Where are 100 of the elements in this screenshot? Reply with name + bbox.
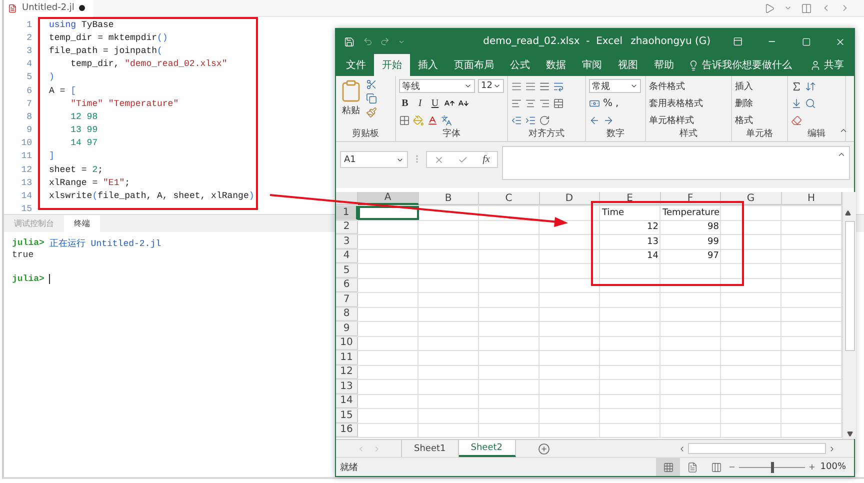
column-header[interactable]: B bbox=[418, 192, 479, 205]
shrink-font-icon[interactable] bbox=[458, 98, 469, 108]
grow-font-icon[interactable] bbox=[444, 98, 455, 108]
table-cell[interactable]: 98 bbox=[660, 220, 721, 234]
font-name-field[interactable]: 等线 bbox=[399, 79, 475, 93]
sort-icon[interactable] bbox=[805, 80, 816, 92]
ribbon-tab[interactable]: 开始 bbox=[374, 54, 410, 76]
ribbon-tab[interactable]: 视图 bbox=[610, 54, 646, 76]
phonetic-icon[interactable] bbox=[441, 114, 452, 126]
font-style-button[interactable]: B bbox=[399, 98, 411, 108]
row-header[interactable]: 6 bbox=[336, 278, 358, 292]
save-icon[interactable] bbox=[344, 36, 355, 48]
increase-decimal-icon[interactable] bbox=[589, 114, 600, 126]
ribbon-tab[interactable]: 审阅 bbox=[574, 54, 610, 76]
borders-icon[interactable] bbox=[399, 114, 410, 126]
row-header[interactable]: 8 bbox=[336, 308, 358, 321]
dropdown-caret-icon[interactable] bbox=[630, 82, 638, 90]
font-style-button[interactable]: U bbox=[429, 98, 441, 108]
table-cell[interactable]: Time bbox=[600, 206, 660, 220]
cells-command[interactable]: 格式 bbox=[735, 113, 784, 127]
formula-input[interactable] bbox=[502, 146, 850, 180]
table-cell[interactable]: 13 bbox=[600, 235, 660, 248]
cells-command[interactable]: 删除 bbox=[735, 96, 784, 110]
fill-color-icon[interactable] bbox=[413, 114, 424, 126]
scroll-down-icon[interactable] bbox=[846, 431, 852, 437]
number-format-button[interactable]: % bbox=[603, 98, 613, 108]
merge-icon[interactable] bbox=[553, 98, 564, 108]
ribbon-tab[interactable]: 数据 bbox=[538, 54, 574, 76]
row-header[interactable]: 12 bbox=[336, 366, 358, 379]
row-header[interactable]: 2 bbox=[336, 220, 358, 234]
row-header[interactable]: 9 bbox=[336, 322, 358, 336]
zoom-level[interactable]: 100% bbox=[820, 462, 846, 472]
fill-icon[interactable] bbox=[791, 98, 802, 108]
panel-tab[interactable]: 终端 bbox=[64, 215, 100, 232]
ribbon-tab[interactable]: 插入 bbox=[410, 54, 446, 76]
row-header[interactable]: 4 bbox=[336, 250, 358, 263]
cells-command[interactable]: 插入 bbox=[735, 79, 784, 93]
row-header[interactable]: 5 bbox=[336, 264, 358, 278]
table-cell[interactable]: 14 bbox=[600, 250, 660, 263]
add-sheet-icon[interactable] bbox=[538, 442, 550, 454]
font-size-field[interactable]: 12 bbox=[478, 79, 504, 93]
lightbulb-icon[interactable] bbox=[688, 60, 699, 70]
table-cell[interactable]: Temperature bbox=[660, 206, 721, 220]
align-center-icon[interactable] bbox=[525, 98, 536, 108]
scissors-icon[interactable] bbox=[366, 79, 377, 90]
column-header[interactable]: H bbox=[782, 192, 842, 205]
font-color-icon[interactable] bbox=[427, 114, 438, 126]
ribbon-display-icon[interactable] bbox=[732, 36, 742, 47]
scroll-up-icon[interactable] bbox=[844, 210, 850, 216]
undo-icon[interactable] bbox=[362, 36, 372, 47]
row-header[interactable]: 14 bbox=[336, 394, 358, 408]
decrease-decimal-icon[interactable] bbox=[603, 114, 614, 126]
wrap-text-icon[interactable] bbox=[553, 80, 564, 92]
align-middle-icon[interactable] bbox=[525, 80, 536, 92]
vertical-scrollbar[interactable] bbox=[842, 192, 856, 439]
share-button[interactable]: 共享 bbox=[800, 54, 854, 76]
number-format-field[interactable]: 常规 bbox=[589, 79, 641, 93]
column-header[interactable]: D bbox=[540, 192, 600, 205]
indent-decrease-icon[interactable] bbox=[511, 114, 522, 126]
align-right-icon[interactable] bbox=[539, 98, 550, 108]
person-icon[interactable] bbox=[810, 60, 821, 70]
ribbon-tab[interactable]: 公式 bbox=[502, 54, 538, 76]
split-editor-icon[interactable] bbox=[801, 2, 812, 14]
paintbrush-icon[interactable] bbox=[366, 107, 377, 118]
row-header[interactable]: 7 bbox=[336, 293, 358, 306]
view-button[interactable] bbox=[656, 458, 680, 476]
tell-me-search[interactable]: 告诉我你想要做什么 bbox=[682, 54, 798, 76]
align-left-icon[interactable] bbox=[511, 98, 522, 108]
redo-icon[interactable] bbox=[380, 36, 390, 47]
eraser-icon[interactable] bbox=[791, 114, 802, 126]
row-header[interactable]: 3 bbox=[336, 235, 358, 248]
collapse-formula-icon[interactable] bbox=[837, 150, 846, 159]
currency-icon[interactable] bbox=[589, 98, 600, 108]
column-header[interactable]: G bbox=[721, 192, 782, 205]
zoom-thumb[interactable] bbox=[770, 462, 774, 472]
row-header[interactable]: 15 bbox=[336, 409, 358, 422]
ribbon-tab[interactable]: 页面布局 bbox=[446, 54, 502, 76]
style-command[interactable]: 条件格式 bbox=[649, 79, 728, 93]
row-header[interactable]: 11 bbox=[336, 351, 358, 364]
search-icon[interactable] bbox=[805, 98, 816, 108]
font-style-button[interactable]: I bbox=[414, 98, 426, 108]
selected-cell[interactable] bbox=[358, 206, 418, 220]
paste-button[interactable]: 粘贴 bbox=[339, 79, 363, 127]
table-cell[interactable]: 12 bbox=[600, 220, 660, 234]
file-tab[interactable]: Untitled-2.jl bbox=[4, 0, 94, 16]
maximize-icon[interactable] bbox=[802, 36, 811, 46]
indent-increase-icon[interactable] bbox=[525, 114, 536, 126]
row-header[interactable]: 16 bbox=[336, 424, 358, 437]
ribbon-tab[interactable]: 文件 bbox=[338, 54, 374, 76]
row-header[interactable]: 10 bbox=[336, 336, 358, 350]
align-top-icon[interactable] bbox=[511, 80, 522, 92]
sheet-tab[interactable]: Sheet2 bbox=[458, 440, 516, 457]
column-header[interactable]: A bbox=[358, 192, 418, 205]
scroll-right-icon[interactable] bbox=[828, 444, 836, 452]
row-header[interactable]: 1 bbox=[336, 206, 358, 220]
enter-icon[interactable] bbox=[458, 154, 468, 164]
align-bottom-icon[interactable] bbox=[539, 80, 550, 92]
chevron-down-icon[interactable] bbox=[784, 4, 792, 12]
ribbon-tab[interactable]: 帮助 bbox=[646, 54, 682, 76]
table-cell[interactable]: 97 bbox=[660, 250, 721, 263]
